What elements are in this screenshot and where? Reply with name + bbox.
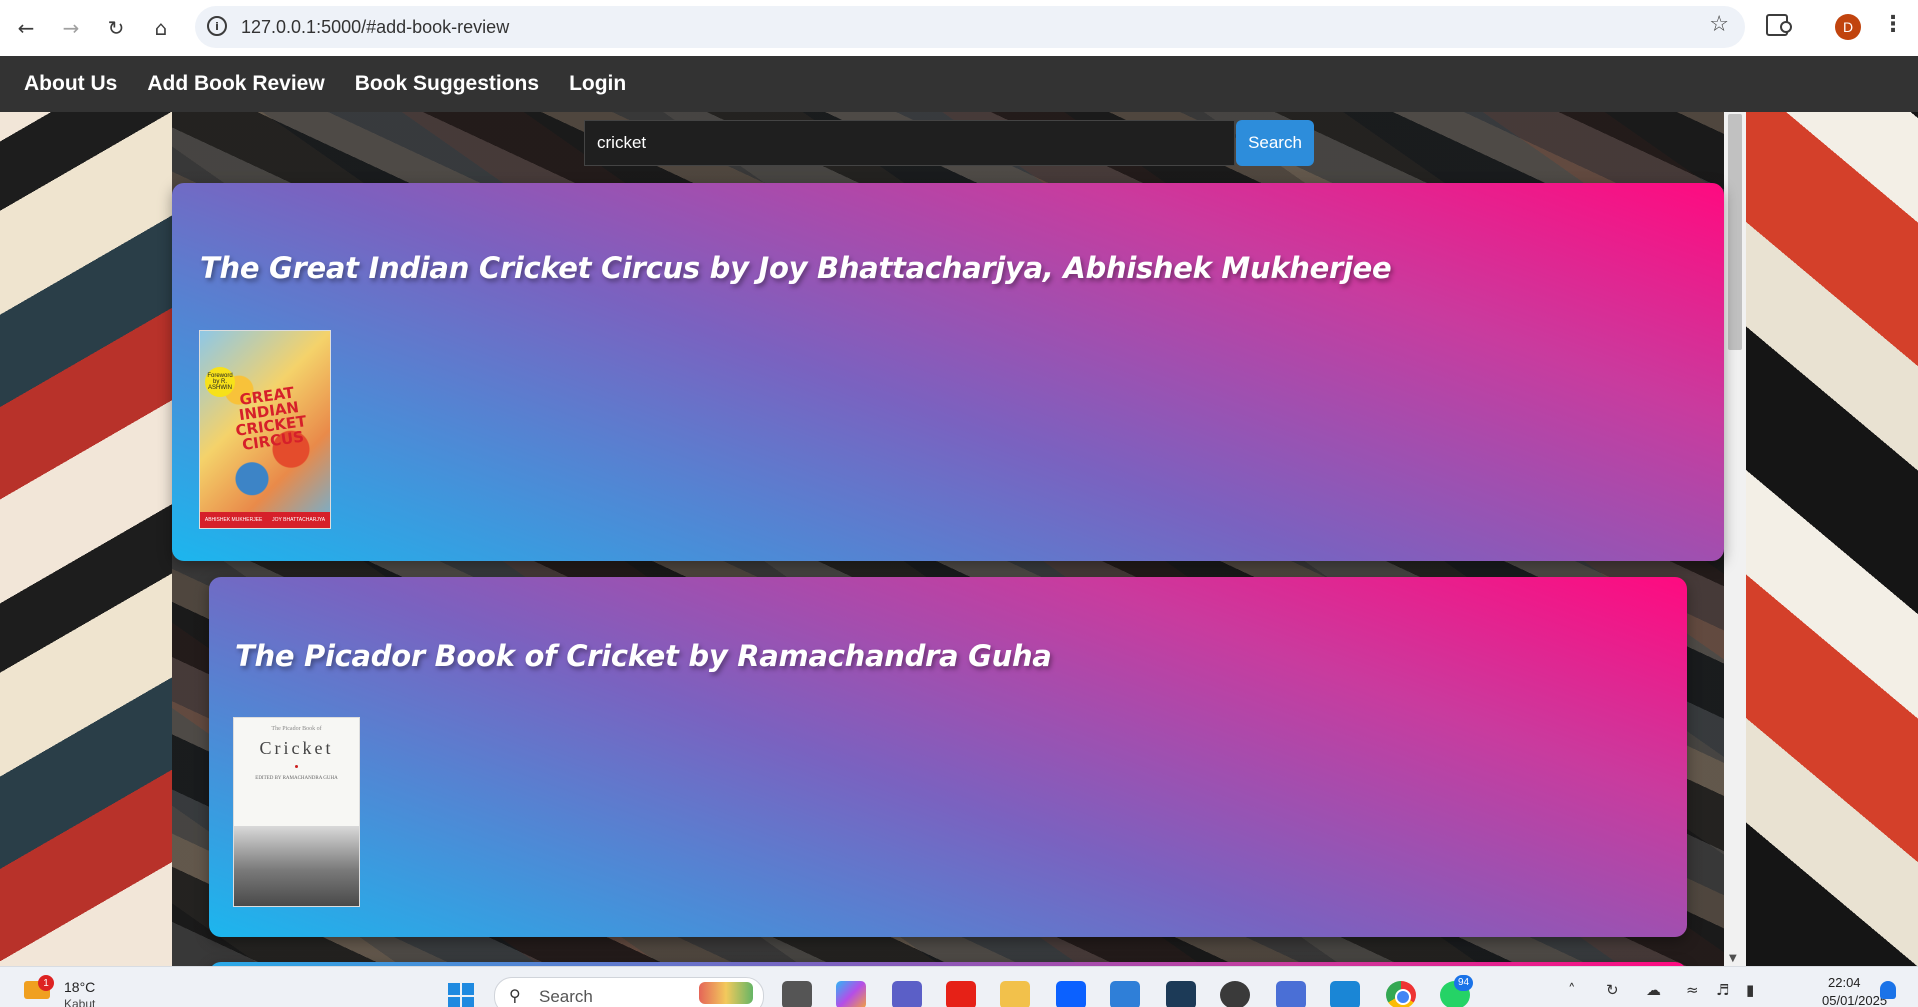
weather-temperature[interactable]: 18°C — [64, 979, 95, 995]
wordpress-icon[interactable] — [1220, 981, 1250, 1007]
clock-time[interactable]: 22:04 — [1828, 975, 1861, 990]
vscode-icon[interactable] — [1330, 981, 1360, 1007]
chevron-up-icon[interactable]: ˄ — [1568, 981, 1576, 999]
address-bar[interactable]: i 127.0.0.1:5000/#add-book-review ☆ — [195, 6, 1745, 48]
sync-icon[interactable]: ↻ — [1606, 981, 1619, 999]
search-highlight-icon — [699, 982, 753, 1004]
cover-author: ABHISHEK MUKHERJEE — [204, 517, 263, 523]
scrollbar-thumb[interactable] — [1728, 114, 1742, 350]
book-cover-image: Foreword by R. ASHWIN GREAT INDIAN CRICK… — [199, 330, 331, 529]
taskbar-search-label: Search — [539, 987, 593, 1006]
nav-add-book-review[interactable]: Add Book Review — [147, 72, 324, 96]
book-title: The Picador Book of Cricket by Ramachand… — [235, 639, 1052, 673]
home-icon[interactable]: ⌂ — [145, 12, 177, 44]
task-view-icon[interactable] — [782, 981, 812, 1007]
cover-editor: EDITED BY RAMACHANDRA GUHA — [255, 776, 338, 781]
cover-ornament — [295, 765, 298, 768]
cloud-icon[interactable]: ☁ — [1646, 981, 1661, 999]
youtube-icon[interactable] — [946, 981, 976, 1007]
background-book-collage-right — [1746, 112, 1918, 966]
background-book-collage-left — [0, 112, 172, 966]
clock-date[interactable]: 05/01/2025 — [1822, 993, 1887, 1007]
notification-bell-icon[interactable] — [1880, 981, 1896, 999]
teams-icon[interactable] — [892, 981, 922, 1007]
book-title: The Great Indian Cricket Circus by Joy B… — [200, 251, 1392, 285]
cover-badge: Foreword by R. ASHWIN — [205, 367, 235, 397]
browser-toolbar: ← → ↻ ⌂ i 127.0.0.1:5000/#add-book-revie… — [0, 0, 1918, 57]
book-result-card: The Picador Book of Cricket by Ramachand… — [209, 577, 1687, 937]
whatsapp-badge: 94 — [1454, 975, 1474, 991]
cover-author: JOY BHATTACHARJYA — [272, 517, 326, 523]
database-app-icon[interactable] — [1166, 981, 1196, 1007]
cover-series: The Picador Book of — [271, 726, 322, 732]
address-url[interactable]: 127.0.0.1:5000/#add-book-review — [241, 17, 509, 38]
file-explorer-icon[interactable] — [1000, 981, 1030, 1007]
chrome-icon[interactable] — [1386, 981, 1416, 1007]
book-result-card: The Great Indian Cricket Circus by Joy B… — [172, 183, 1724, 561]
scroll-down-icon[interactable]: ▼ — [1729, 953, 1737, 964]
cover-authors: ABHISHEK MUKHERJEE JOY BHATTACHARJYA — [200, 512, 330, 528]
notification-badge: 1 — [38, 975, 54, 991]
search-input[interactable] — [584, 120, 1235, 166]
star-icon[interactable]: ☆ — [1709, 12, 1729, 37]
nav-about-us[interactable]: About Us — [24, 72, 117, 96]
site-navbar: About Us Add Book Review Book Suggestion… — [0, 56, 1918, 112]
dropbox-icon[interactable] — [1056, 981, 1086, 1007]
microsoft-store-icon[interactable] — [1110, 981, 1140, 1007]
avatar[interactable]: D — [1835, 14, 1861, 40]
scrollbar[interactable]: ▼ — [1724, 112, 1746, 966]
back-icon[interactable]: ← — [10, 12, 42, 44]
nav-login[interactable]: Login — [569, 72, 626, 96]
windows-start-icon[interactable] — [448, 983, 474, 1007]
copilot-icon[interactable] — [836, 981, 866, 1007]
cover-title: GREAT INDIAN CRICKET CIRCUS — [234, 383, 308, 455]
kebab-menu-icon[interactable]: ⋮ — [1882, 12, 1904, 37]
battery-icon[interactable]: ▮ — [1746, 981, 1754, 999]
cover-title: Cricket — [259, 738, 334, 758]
taskbar-search[interactable]: ⚲ Search — [494, 977, 764, 1007]
cover-photo — [234, 826, 359, 906]
nav-book-suggestions[interactable]: Book Suggestions — [355, 72, 539, 96]
puzzle-icon[interactable] — [1766, 14, 1792, 36]
wifi-icon[interactable]: ≈ — [1686, 981, 1699, 999]
search-button[interactable]: Search — [1236, 120, 1314, 166]
search-icon: ⚲ — [509, 986, 521, 1005]
app-icon[interactable] — [1276, 981, 1306, 1007]
forward-icon[interactable]: → — [55, 12, 87, 44]
volume-icon[interactable]: ♬ — [1716, 981, 1729, 999]
reload-icon[interactable]: ↻ — [100, 12, 132, 44]
info-icon[interactable]: i — [207, 16, 227, 36]
windows-taskbar: 1 18°C Kabut ⚲ Search 94 ˄ ↻ ☁ ≈ ♬ ▮ 22:… — [0, 966, 1918, 1007]
book-cover-image: The Picador Book of Cricket EDITED BY RA… — [233, 717, 360, 907]
